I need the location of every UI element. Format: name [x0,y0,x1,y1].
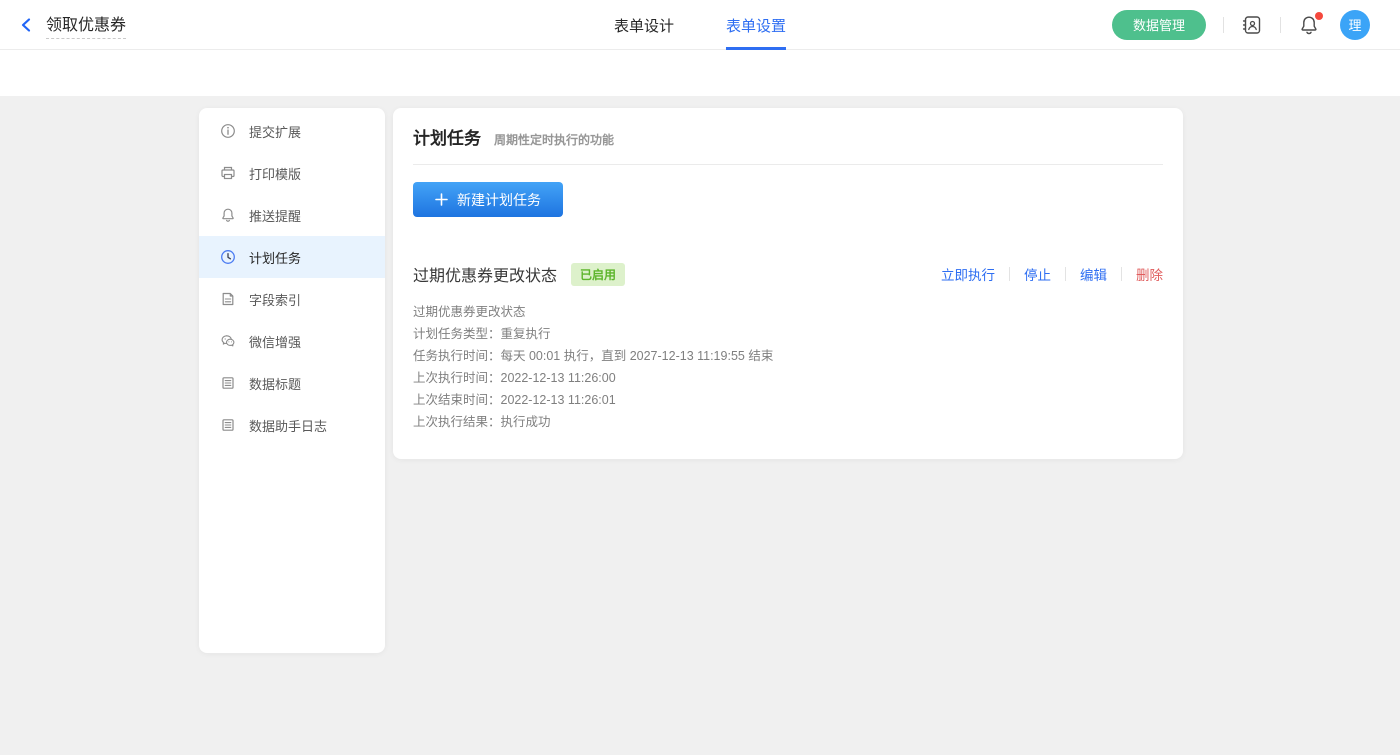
stop-link[interactable]: 停止 [1024,264,1051,284]
action-divider [1009,267,1010,281]
bell-icon [220,207,236,223]
sidebar-item-submit-extension[interactable]: 提交扩展 [199,110,385,152]
wechat-icon [220,333,236,349]
topbar-left: 领取优惠券 [0,11,126,39]
back-icon [18,16,36,34]
edit-link[interactable]: 编辑 [1080,264,1107,284]
new-scheduled-task-button[interactable]: 新建计划任务 [413,182,563,217]
task-name: 过期优惠券更改状态 [413,262,557,286]
printer-icon [220,165,236,181]
action-divider [1121,267,1122,281]
detail-last-end-time: 上次结束时间：2022-12-13 11:26:01 [413,389,1163,411]
detail-last-run-time: 上次执行时间：2022-12-13 11:26:00 [413,367,1163,389]
delete-link[interactable]: 删除 [1136,264,1163,284]
sidebar-item-scheduled-tasks[interactable]: 计划任务 [199,236,385,278]
topbar-divider [1223,17,1224,33]
panel-header: 计划任务 周期性定时执行的功能 [413,124,1163,149]
new-task-button-label: 新建计划任务 [457,190,541,210]
back-button[interactable] [18,16,36,34]
topbar-right: 数据管理 理 [1112,10,1400,40]
tab-form-settings[interactable]: 表单设置 [726,0,786,50]
sub-strip [0,50,1400,96]
content-area: 提交扩展 打印模版 推送提醒 [0,96,1400,653]
sidebar-item-label: 微信增强 [249,332,301,351]
sidebar-item-push-reminder[interactable]: 推送提醒 [199,194,385,236]
sidebar-item-label: 计划任务 [249,248,301,267]
sidebar-item-print-template[interactable]: 打印模版 [199,152,385,194]
task-actions: 立即执行 停止 编辑 删除 [941,264,1163,284]
sidebar-item-data-assistant-log[interactable]: 数据助手日志 [199,404,385,446]
sidebar-item-label: 数据标题 [249,374,301,393]
unread-badge [1315,12,1323,20]
panel-subtitle: 周期性定时执行的功能 [494,131,614,148]
topbar-divider [1280,17,1281,33]
sidebar-item-label: 提交扩展 [249,122,301,141]
status-badge: 已启用 [571,263,625,286]
list-icon [220,417,236,433]
sidebar-item-label: 推送提醒 [249,206,301,225]
settings-sidebar: 提交扩展 打印模版 推送提醒 [199,108,385,653]
detail-run-schedule: 任务执行时间：每天 00:01 执行，直到 2027-12-13 11:19:5… [413,345,1163,367]
sidebar-item-wechat-enhance[interactable]: 微信增强 [199,320,385,362]
action-divider [1065,267,1066,281]
detail-task-name: 过期优惠券更改状态 [413,301,1163,323]
file-icon [220,291,236,307]
notification-bell-icon[interactable] [1298,14,1320,36]
scheduled-tasks-panel: 计划任务 周期性定时执行的功能 新建计划任务 过期优惠券更改状态 已启用 立即执… [393,108,1183,459]
detail-last-result: 上次执行结果：执行成功 [413,411,1163,433]
task-details: 过期优惠券更改状态 计划任务类型：重复执行 任务执行时间：每天 00:01 执行… [413,301,1163,433]
run-now-link[interactable]: 立即执行 [941,264,995,284]
tab-form-design[interactable]: 表单设计 [614,0,674,50]
user-avatar[interactable]: 理 [1340,10,1370,40]
top-bar: 领取优惠券 表单设计 表单设置 数据管理 理 [0,0,1400,50]
plus-icon [435,193,448,206]
sidebar-item-data-title[interactable]: 数据标题 [199,362,385,404]
sidebar-item-label: 字段索引 [249,290,301,309]
sidebar-item-field-index[interactable]: 字段索引 [199,278,385,320]
detail-task-type: 计划任务类型：重复执行 [413,323,1163,345]
data-manage-button[interactable]: 数据管理 [1112,10,1206,40]
contacts-book-icon[interactable] [1241,14,1263,36]
panel-title: 计划任务 [413,124,481,149]
list-icon [220,375,236,391]
center-tabs: 表单设计 表单设置 [588,0,812,50]
panel-divider [413,164,1163,165]
task-header-row: 过期优惠券更改状态 已启用 立即执行 停止 编辑 删除 [413,262,1163,286]
sidebar-item-label: 数据助手日志 [249,416,327,435]
form-title[interactable]: 领取优惠券 [46,11,126,39]
sidebar-item-label: 打印模版 [249,164,301,183]
clock-icon [220,249,236,265]
info-icon [220,123,236,139]
